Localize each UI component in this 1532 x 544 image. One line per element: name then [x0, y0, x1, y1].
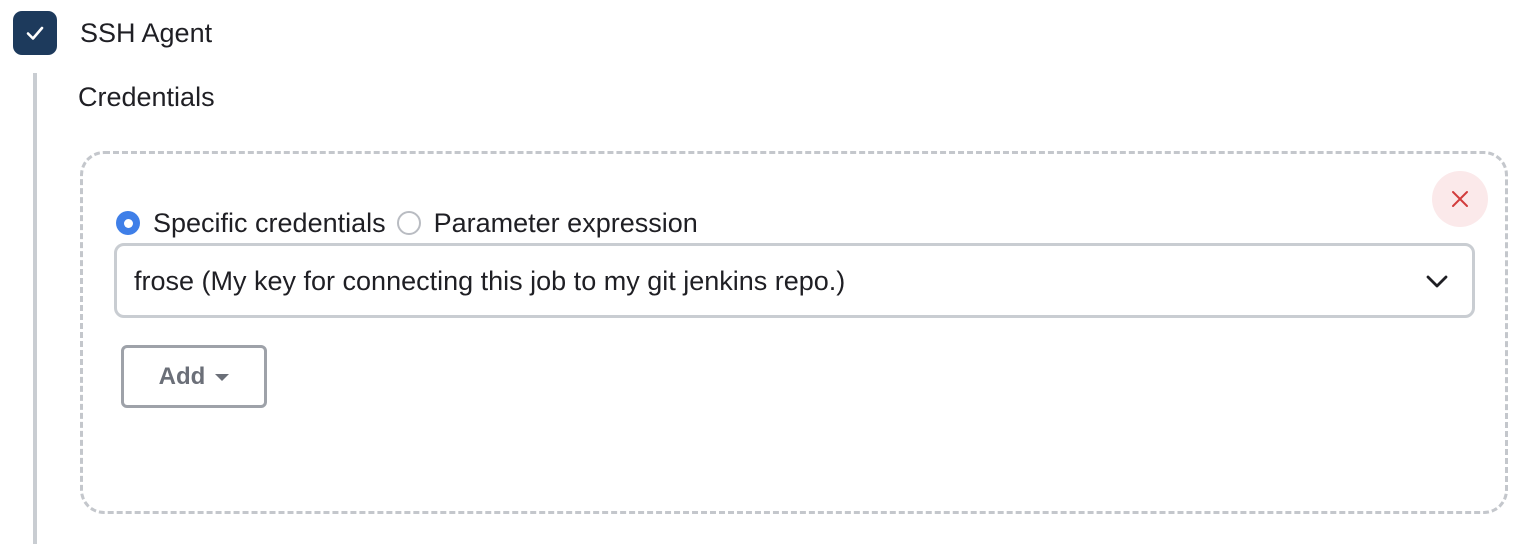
check-icon [26, 26, 44, 40]
chevron-down-icon [1426, 275, 1448, 287]
radio-label: Specific credentials [153, 208, 386, 238]
nesting-divider [33, 73, 37, 544]
radio-specific-credentials[interactable]: Specific credentials [116, 207, 386, 239]
ssh-agent-config: SSH Agent Credentials Specific credentia… [0, 0, 1532, 544]
ssh-agent-label[interactable]: SSH Agent [80, 17, 212, 49]
caret-down-icon [215, 374, 230, 381]
select-value: frose (My key for connecting this job to… [134, 265, 846, 296]
radio-button-selected[interactable] [116, 211, 140, 235]
ssh-agent-checkbox[interactable] [13, 11, 57, 55]
credentials-label: Credentials [78, 82, 215, 112]
add-button-label: Add [158, 362, 206, 390]
radio-parameter-expression[interactable]: Parameter expression [396, 207, 698, 239]
delete-credential-button[interactable] [1432, 171, 1488, 227]
radio-button[interactable] [396, 211, 421, 235]
radio-label: Parameter expression [433, 208, 698, 238]
credentials-select[interactable]: frose (My key for connecting this job to… [114, 243, 1475, 318]
add-credential-button[interactable]: Add [121, 345, 267, 408]
credential-type-radio-group: Specific credentials Parameter expressio… [116, 205, 698, 241]
close-icon [1452, 191, 1468, 207]
